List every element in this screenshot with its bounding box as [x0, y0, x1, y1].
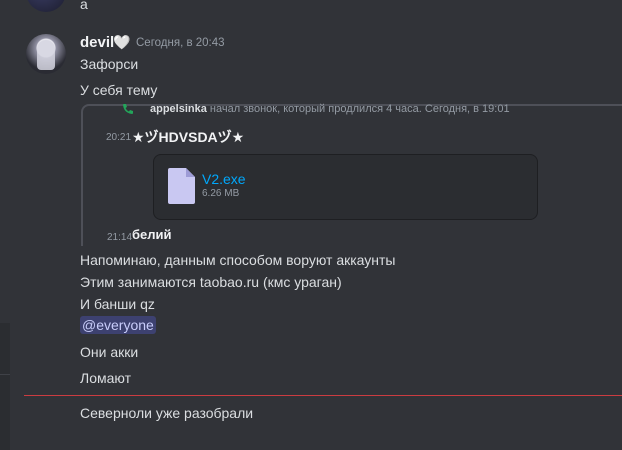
call-user[interactable]: appelsinka — [150, 103, 207, 115]
message-line: Этим занимаются taobao.ru (кмс ураган) — [80, 274, 342, 290]
file-icon — [168, 168, 195, 204]
file-attachment[interactable] — [153, 154, 538, 220]
avatar[interactable] — [26, 34, 66, 74]
forwarded-message-text: белий — [132, 227, 172, 242]
message-line: Они акки — [80, 344, 139, 360]
new-messages-divider — [24, 395, 622, 396]
call-time: Сегодня, в 19:01 — [424, 103, 510, 115]
left-panel-edge — [0, 323, 10, 450]
file-name-link[interactable]: V2.exe — [202, 171, 246, 187]
left-panel-divider — [0, 374, 10, 375]
forwarded-time: 20:21 — [106, 132, 132, 143]
heart-icon: 🤍 — [113, 34, 131, 50]
forwarded-message-text: ★ヅHDVSDAヅ★ — [132, 129, 245, 145]
call-log: appelsinka начал звонок, который продлил… — [150, 103, 510, 116]
message-timestamp: Сегодня, в 20:43 — [136, 37, 225, 49]
phone-icon — [123, 104, 133, 114]
username[interactable]: devil — [80, 34, 114, 51]
message-line: У себя тему — [80, 82, 158, 98]
call-description: начал звонок, который продлился 4 часа. — [206, 103, 422, 115]
forwarded-time: 21:14 — [107, 232, 133, 243]
previous-message-text: a — [80, 0, 88, 12]
message-line: Напоминаю, данным способом воруют аккаун… — [80, 252, 396, 268]
new-message-text: Северноли уже разобрали — [80, 405, 254, 421]
file-size: 6.26 MB — [202, 188, 240, 199]
message-line: И банши qz — [80, 296, 155, 312]
previous-avatar[interactable] — [26, 0, 66, 12]
message-line: Ломают — [80, 370, 131, 386]
message-line: Зафорси — [80, 56, 139, 72]
everyone-mention[interactable]: @everyone — [80, 316, 156, 334]
